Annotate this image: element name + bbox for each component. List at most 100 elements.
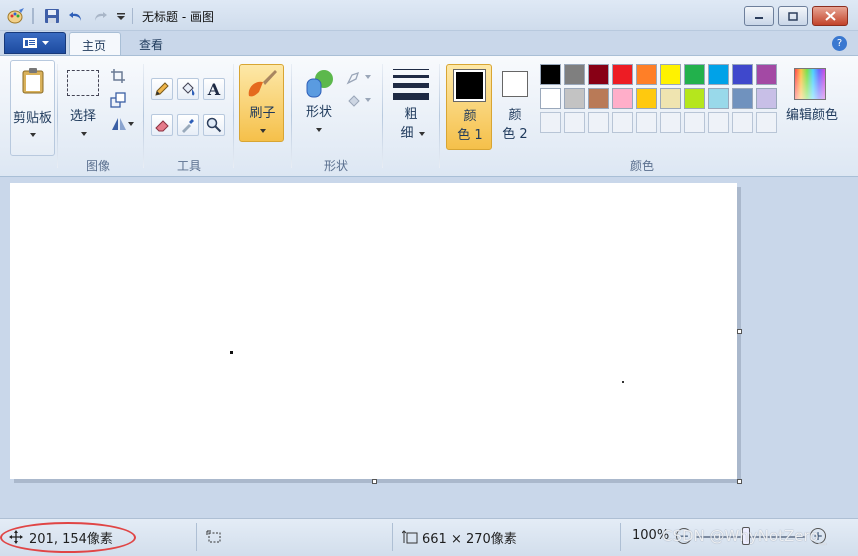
shapes-group-label: 形状 <box>323 159 348 173</box>
window-title: 无标题 - 画图 <box>142 10 214 24</box>
image-group-label: 图像 <box>85 159 110 173</box>
palette-color-swatch[interactable] <box>540 64 561 85</box>
ribbon-separator <box>382 64 383 168</box>
palette-color-swatch[interactable] <box>612 88 633 109</box>
tab-home[interactable]: 主页 <box>69 32 121 56</box>
resize-handle-right[interactable] <box>737 329 742 334</box>
line-width-icon <box>393 69 429 100</box>
text-button[interactable]: A <box>203 78 225 100</box>
save-icon[interactable] <box>42 6 62 26</box>
resize-handle-bottom[interactable] <box>372 479 377 484</box>
palette-color-swatch[interactable] <box>660 64 681 85</box>
clipboard-dropdown-icon <box>30 133 36 137</box>
custom-color-slot[interactable] <box>612 112 633 133</box>
status-separator <box>620 523 621 551</box>
color1-label-line2: 色 1 <box>457 128 483 143</box>
color1-label-line1: 颜 <box>463 109 477 124</box>
undo-icon[interactable] <box>66 6 86 26</box>
size-dropdown-icon <box>419 132 425 136</box>
canvas-dot <box>230 351 233 354</box>
custom-color-slot[interactable] <box>588 112 609 133</box>
size-button[interactable]: 粗 细 <box>389 64 433 152</box>
palette-color-swatch[interactable] <box>636 88 657 109</box>
select-dropdown-icon <box>81 132 87 136</box>
custom-color-slot[interactable] <box>732 112 753 133</box>
palette-color-swatch[interactable] <box>636 64 657 85</box>
paint-app-icon[interactable] <box>6 6 26 26</box>
color2-button[interactable]: 颜 色 2 <box>495 64 535 150</box>
palette-color-swatch[interactable] <box>756 64 777 85</box>
color1-button[interactable]: 颜 色 1 <box>446 64 492 150</box>
palette-color-swatch[interactable] <box>684 88 705 109</box>
pencil-icon <box>155 82 169 96</box>
close-button[interactable] <box>812 6 848 26</box>
palette-color-swatch[interactable] <box>684 64 705 85</box>
palette-color-swatch[interactable] <box>564 64 585 85</box>
customize-quick-access-icon[interactable] <box>114 6 128 26</box>
fill-button[interactable] <box>177 78 199 100</box>
select-button[interactable]: 选择 <box>62 62 104 142</box>
colors-group-label: 颜色 <box>629 159 654 173</box>
palette-color-swatch[interactable] <box>588 64 609 85</box>
minimize-icon <box>755 17 763 19</box>
palette-color-swatch[interactable] <box>708 64 729 85</box>
image-size: 661 × 270像素 <box>422 532 517 547</box>
edit-colors-button[interactable]: 编辑颜色 <box>785 64 839 144</box>
redo-icon[interactable] <box>90 6 110 26</box>
select-icon <box>67 70 99 96</box>
palette-color-swatch[interactable] <box>732 88 753 109</box>
palette-color-swatch[interactable] <box>732 64 753 85</box>
brush-button[interactable]: 刷子 <box>239 64 284 142</box>
custom-color-slot[interactable] <box>636 112 657 133</box>
tab-view[interactable]: 查看 <box>127 32 179 56</box>
custom-color-slot[interactable] <box>684 112 705 133</box>
watermark: CSDN @WhyNotZero_ <box>662 527 827 545</box>
ribbon-separator <box>439 64 440 168</box>
palette-color-swatch[interactable] <box>612 64 633 85</box>
tools-group-label: 工具 <box>176 159 201 173</box>
magnifier-button[interactable] <box>203 114 225 136</box>
custom-color-slot[interactable] <box>540 112 561 133</box>
rotate-icon[interactable] <box>110 116 134 135</box>
eraser-button[interactable] <box>151 114 173 136</box>
custom-color-slot[interactable] <box>756 112 777 133</box>
size-label-line1: 粗 <box>404 107 418 122</box>
resize-handle-corner[interactable] <box>737 479 742 484</box>
maximize-button[interactable] <box>778 6 808 26</box>
palette-color-swatch[interactable] <box>540 88 561 109</box>
color2-label-line2: 色 2 <box>502 127 528 142</box>
minimize-button[interactable] <box>744 6 774 26</box>
color1-swatch <box>453 69 486 102</box>
canvas-dot <box>622 381 624 383</box>
fill-shape-icon[interactable] <box>346 92 372 111</box>
selection-size-icon <box>206 530 221 543</box>
palette-color-swatch[interactable] <box>660 88 681 109</box>
shapes-button[interactable]: 形状 <box>297 64 341 142</box>
drawing-canvas[interactable] <box>10 183 737 479</box>
outline-icon[interactable] <box>346 69 372 88</box>
clipboard-button[interactable]: 剪贴板 <box>10 60 55 156</box>
palette-color-swatch[interactable] <box>588 88 609 109</box>
help-icon[interactable]: ? <box>832 36 847 51</box>
ribbon-separator <box>57 64 58 168</box>
color2-label-line1: 颜 <box>508 108 522 123</box>
color-picker-button[interactable] <box>177 114 199 136</box>
magnifier-icon <box>206 117 222 133</box>
custom-color-slot[interactable] <box>708 112 729 133</box>
app-menu-button[interactable] <box>4 32 66 54</box>
quick-access-divider <box>32 8 34 24</box>
shapes-icon <box>306 70 333 98</box>
palette-color-swatch[interactable] <box>708 88 729 109</box>
palette-color-swatch[interactable] <box>756 88 777 109</box>
resize-icon[interactable] <box>110 92 126 111</box>
custom-color-slot[interactable] <box>660 112 681 133</box>
custom-color-slot[interactable] <box>564 112 585 133</box>
brush-icon <box>248 70 277 97</box>
brush-dropdown-icon <box>260 129 266 133</box>
pencil-button[interactable] <box>151 78 173 100</box>
palette-color-swatch[interactable] <box>564 88 585 109</box>
maximize-icon <box>788 11 798 21</box>
clipboard-icon <box>22 68 44 94</box>
color-picker-icon <box>182 119 194 133</box>
crop-icon[interactable] <box>110 68 126 87</box>
